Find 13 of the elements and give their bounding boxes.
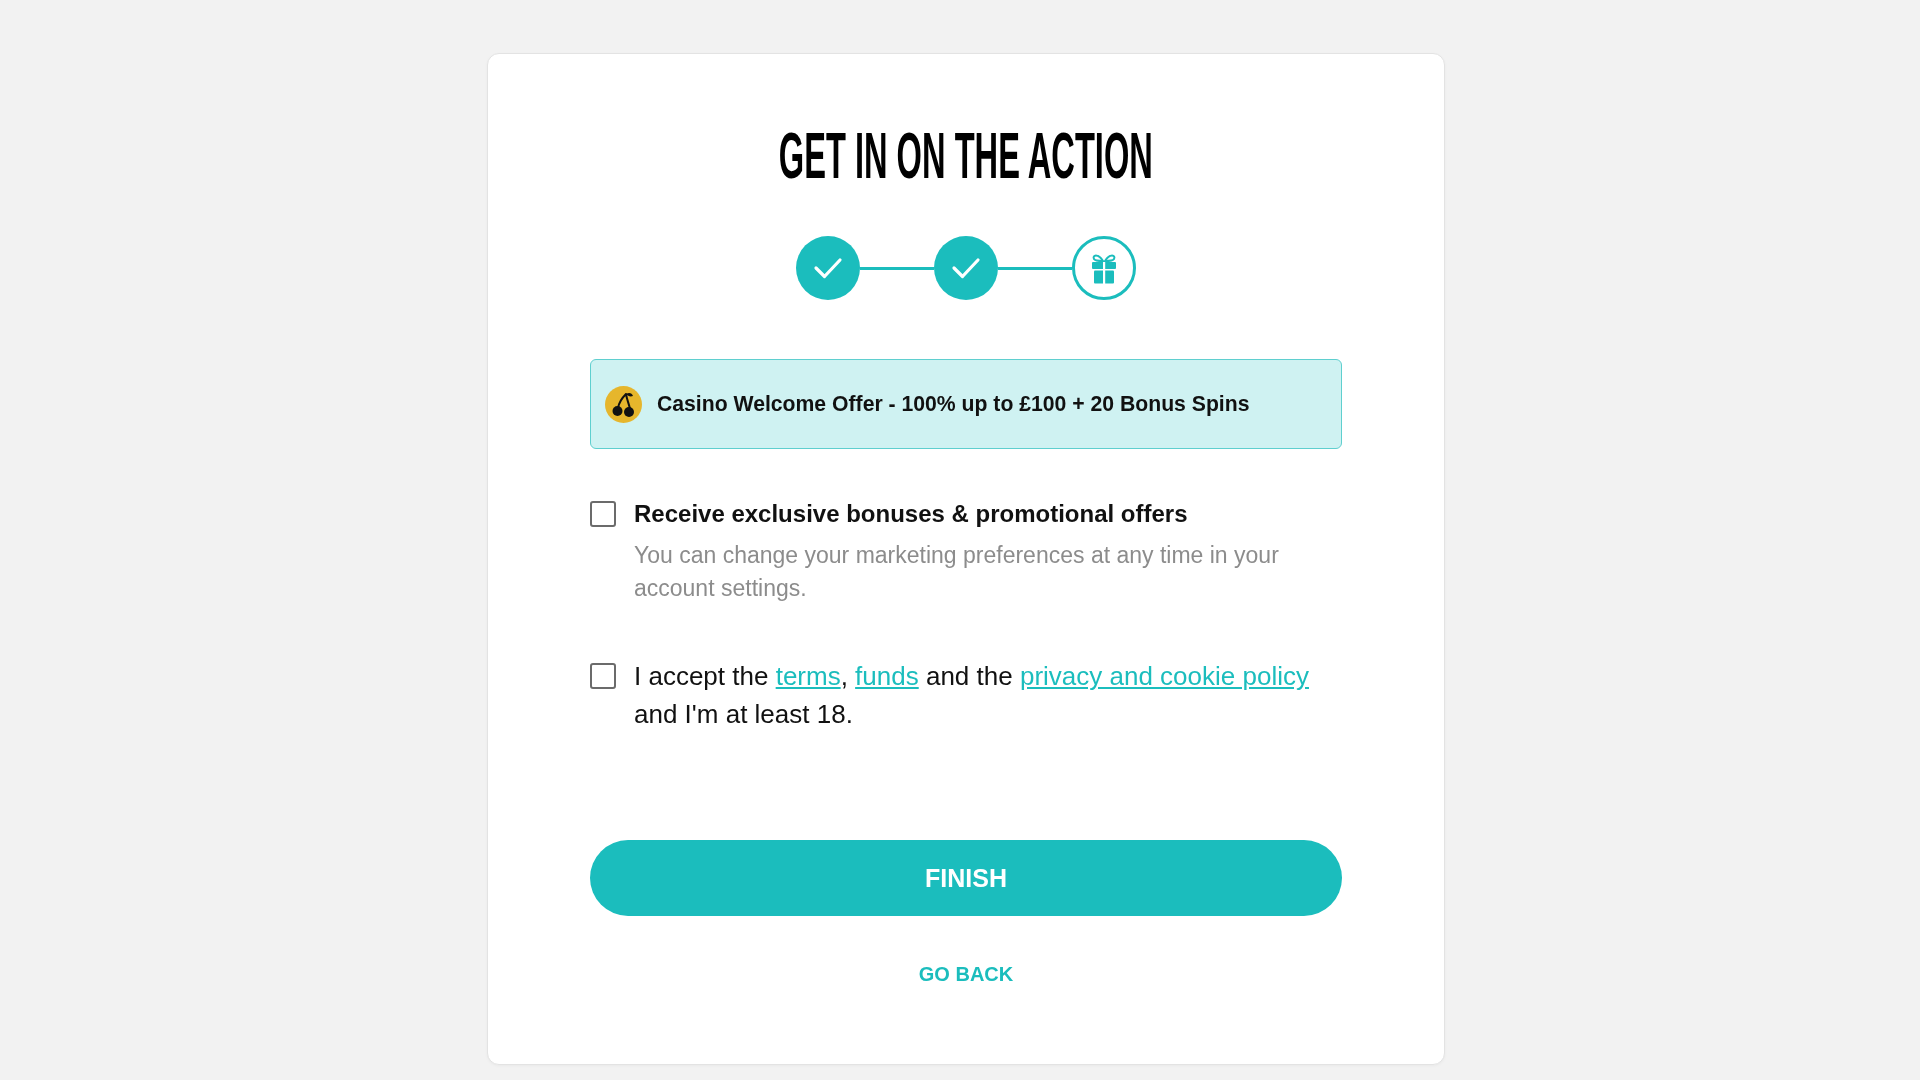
text-link[interactable]: funds [855,661,919,691]
finish-button[interactable]: FINISH [590,840,1342,916]
cherry-icon [605,385,642,423]
page-title: GET IN ON THE ACTION [778,124,1154,188]
option-label: Receive exclusive bonuses & promotional offers [634,500,1189,528]
text-link[interactable]: privacy and cookie policy [1019,661,1309,691]
text-link[interactable]: terms [775,661,841,691]
option-note: You can change your marketing preferences at any time in your account settings. [634,541,1280,603]
consent-text: I accept the terms, funds and the privacy and cookie policy and I'm at least 18. [634,660,1310,731]
checkbox[interactable] [590,663,616,689]
checkbox[interactable] [590,501,616,527]
go-back-link[interactable]: GO BACK [918,960,1014,988]
offer-text: Casino Welcome Offer - 100% up to £100 + 20 Bonus Spins [657,392,1250,416]
